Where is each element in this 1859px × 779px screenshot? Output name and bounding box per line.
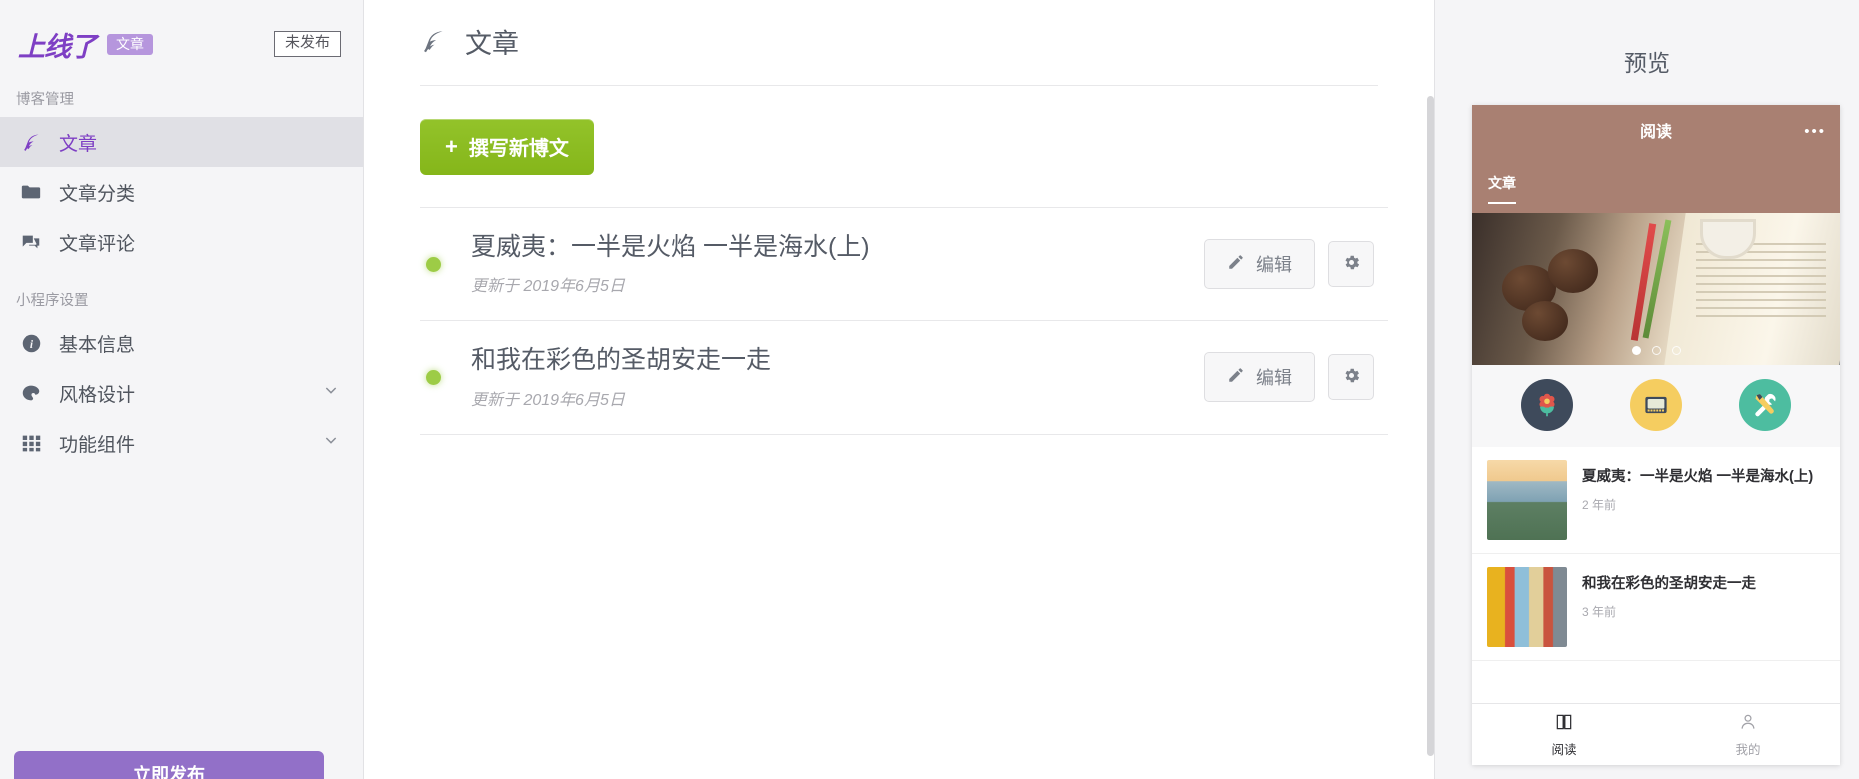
feather-icon: [16, 130, 46, 154]
post-text: 和我在彩色的圣胡安走一走 更新于 2019年6月5日: [471, 345, 1204, 409]
nav-section-blog-title: 博客管理: [16, 92, 74, 108]
article-thumbnail: [1487, 460, 1567, 540]
carousel-dot[interactable]: [1631, 346, 1641, 355]
page-title: 文章: [465, 29, 519, 59]
article-meta: 夏威夷：一半是火焰 一半是海水(上) 2 年前: [1582, 460, 1825, 540]
sidebar: 上线了 文章 未发布 博客管理 文章 文章分类 文章评论 小程序设置 i 基本信…: [0, 0, 364, 779]
sidebar-item-categories[interactable]: 文章分类: [0, 167, 363, 217]
phone-tabbar: 阅读 我的: [1472, 703, 1840, 765]
chevron-down-icon[interactable]: [323, 432, 339, 454]
preview-article-list: 夏威夷：一半是火焰 一半是海水(上) 2 年前 和我在彩色的圣胡安走一走 3 年…: [1472, 447, 1840, 703]
sidebar-item-label: 风格设计: [59, 384, 136, 406]
sidebar-item-label: 文章评论: [59, 233, 136, 255]
sidebar-item-basic-info[interactable]: i 基本信息: [0, 318, 363, 368]
tv-icon[interactable]: [1629, 379, 1682, 431]
muffin-graphic: [1548, 249, 1598, 293]
more-dots-icon[interactable]: •••: [1804, 123, 1826, 140]
list-item[interactable]: 夏威夷：一半是火焰 一半是海水(上) 2 年前: [1472, 447, 1840, 554]
edit-label: 编辑: [1256, 255, 1292, 276]
sidebar-item-comments[interactable]: 文章评论: [0, 217, 363, 267]
palette-icon: [16, 381, 46, 405]
feather-icon: [420, 28, 447, 55]
publish-now-button[interactable]: 立即发布: [14, 751, 324, 779]
quick-icons-row: [1472, 365, 1840, 447]
article-time: 2 年前: [1582, 498, 1617, 513]
plus-icon: +: [445, 133, 458, 159]
edit-button[interactable]: 编辑: [1204, 352, 1315, 403]
post-date: 更新于 2019年6月5日: [471, 391, 625, 409]
new-post-button[interactable]: + 撰写新博文: [420, 119, 594, 175]
post-text: 夏威夷：一半是火焰 一半是海水(上) 更新于 2019年6月5日: [471, 232, 1204, 296]
person-icon: [1738, 712, 1758, 735]
tabbar-item-read[interactable]: 阅读: [1472, 704, 1656, 765]
article-meta: 和我在彩色的圣胡安走一走 3 年前: [1582, 567, 1825, 647]
flower-icon[interactable]: [1520, 379, 1573, 431]
table-row[interactable]: 夏威夷：一半是火焰 一半是海水(上) 更新于 2019年6月5日 编辑: [420, 207, 1388, 320]
phone-tab-articles[interactable]: 文章: [1488, 173, 1516, 204]
article-time: 3 年前: [1582, 605, 1617, 620]
phone-navbar: 阅读 •••: [1472, 105, 1840, 173]
post-list: 夏威夷：一半是火焰 一半是海水(上) 更新于 2019年6月5日 编辑 和我在彩…: [420, 207, 1388, 435]
page-header: 文章: [420, 22, 1378, 86]
comment-icon: [16, 230, 46, 254]
brand-logo[interactable]: 上线了: [18, 25, 97, 64]
main-content: 文章 + 撰写新博文 夏威夷：一半是火焰 一半是海水(上) 更新于 2019年6…: [364, 0, 1434, 779]
settings-button[interactable]: [1328, 241, 1374, 288]
tabbar-item-mine[interactable]: 我的: [1656, 704, 1840, 765]
scrollbar[interactable]: [1427, 96, 1434, 756]
sidebar-item-articles[interactable]: 文章: [0, 117, 363, 167]
post-title[interactable]: 夏威夷：一半是火焰 一半是海水(上): [471, 232, 1204, 263]
tabbar-label: 我的: [1735, 742, 1761, 757]
sidebar-item-style-design[interactable]: 风格设计: [0, 368, 363, 418]
table-row[interactable]: 和我在彩色的圣胡安走一走 更新于 2019年6月5日 编辑: [420, 320, 1388, 435]
status-badge: [426, 256, 441, 272]
brand-row: 上线了 文章 未发布: [0, 0, 363, 66]
preview-title: 预览: [1624, 50, 1670, 76]
phone-nav-title: 阅读: [1639, 124, 1672, 141]
chevron-down-icon[interactable]: [323, 382, 339, 404]
grid-icon: [16, 431, 46, 455]
pencil-icon: [1227, 253, 1245, 276]
gear-icon: [1342, 253, 1361, 275]
settings-button[interactable]: [1328, 354, 1374, 401]
tabbar-label: 阅读: [1551, 742, 1577, 757]
sidebar-item-label: 功能组件: [59, 434, 136, 456]
book-icon: [1554, 712, 1574, 735]
article-title: 和我在彩色的圣胡安走一走: [1582, 576, 1756, 592]
post-actions: 编辑: [1204, 239, 1374, 290]
sidebar-item-label: 基本信息: [59, 334, 136, 356]
banner-carousel[interactable]: [1472, 213, 1840, 365]
gear-icon: [1342, 366, 1361, 388]
sidebar-item-label: 文章: [59, 133, 98, 155]
phone-mockup: 阅读 ••• 文章 夏威夷：一半是火焰 一半是海水(上) 2 年前 和我在彩色的…: [1472, 105, 1840, 765]
carousel-dot[interactable]: [1671, 346, 1681, 355]
preview-panel: 预览 阅读 ••• 文章 夏威夷：一半是火焰 一半是海水(上) 2 年前 和我在…: [1434, 0, 1859, 779]
pencil-icon: [1227, 366, 1245, 389]
list-item[interactable]: 和我在彩色的圣胡安走一走 3 年前: [1472, 554, 1840, 661]
article-thumbnail: [1487, 567, 1567, 647]
post-date: 更新于 2019年6月5日: [471, 278, 625, 296]
info-icon: i: [16, 331, 46, 355]
edit-button[interactable]: 编辑: [1204, 239, 1315, 290]
tools-icon[interactable]: [1739, 379, 1792, 431]
article-title: 夏威夷：一半是火焰 一半是海水(上): [1582, 469, 1814, 485]
brand-tag: 文章: [107, 33, 153, 55]
post-title[interactable]: 和我在彩色的圣胡安走一走: [471, 345, 1204, 376]
carousel-dots: [1472, 346, 1840, 355]
edit-label: 编辑: [1256, 368, 1292, 389]
sidebar-item-label: 文章分类: [59, 183, 136, 205]
sidebar-item-components[interactable]: 功能组件: [0, 418, 363, 468]
status-badge: [426, 369, 441, 385]
phone-tabs: 文章: [1472, 173, 1840, 213]
new-post-label: 撰写新博文: [468, 138, 569, 160]
post-actions: 编辑: [1204, 352, 1374, 403]
publish-status-badge[interactable]: 未发布: [273, 30, 341, 58]
carousel-dot[interactable]: [1651, 346, 1661, 355]
muffin-graphic: [1522, 301, 1568, 341]
app-root: 上线了 文章 未发布 博客管理 文章 文章分类 文章评论 小程序设置 i 基本信…: [0, 0, 1859, 779]
nav-section-miniprogram-title: 小程序设置: [16, 293, 89, 309]
folder-icon: [16, 180, 46, 204]
